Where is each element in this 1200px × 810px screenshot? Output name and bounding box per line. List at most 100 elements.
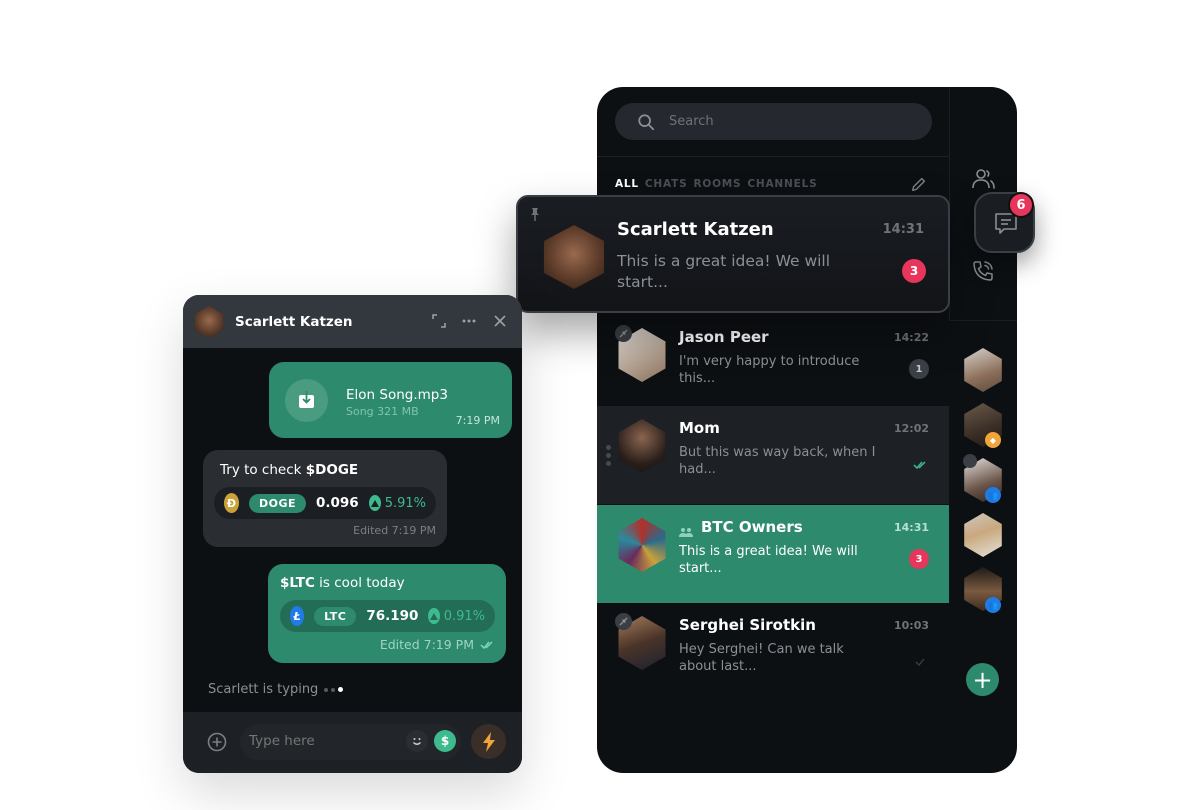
add-attachment-icon[interactable] <box>207 732 227 752</box>
pin-icon <box>531 208 539 221</box>
message-input-wrapper[interactable]: $ <box>240 724 461 760</box>
file-meta: Song 321 MB <box>346 405 419 418</box>
edited-label: Edited 7:19 PM <box>379 637 474 652</box>
tab-all[interactable]: ALL <box>615 178 639 190</box>
more-icon[interactable] <box>461 313 477 329</box>
chat-preview: This is a great idea! We will start... <box>679 544 858 576</box>
message-input[interactable] <box>249 733 399 749</box>
notification-badge: 6 <box>1008 192 1034 218</box>
avatar <box>194 306 224 338</box>
tab-chats[interactable]: CHATS <box>645 178 688 190</box>
stream-badge-icon: ◆ <box>985 432 1001 448</box>
calls-icon[interactable] <box>971 259 995 283</box>
chat-row[interactable]: Serghei Sirotkin 10:03 Hey Serghei! Can … <box>597 603 949 701</box>
ticker-symbol: LTC <box>314 606 357 626</box>
send-button[interactable] <box>471 724 506 759</box>
trend-up-icon <box>428 608 440 624</box>
download-icon <box>299 391 314 408</box>
chat-row-selected[interactable]: BTC Owners 14:31 This is a great idea! W… <box>597 505 949 603</box>
avatar <box>543 225 605 289</box>
mute-icon <box>963 454 977 468</box>
ticker-card[interactable]: Ł LTC 76.190 0.91% <box>280 600 495 632</box>
ticker-change: 5.91% <box>384 495 426 511</box>
double-check-icon <box>480 641 493 650</box>
unread-badge: 1 <box>909 359 929 379</box>
plus-icon: + <box>972 665 993 694</box>
message-text: $LTC is cool today <box>280 575 405 591</box>
chat-row[interactable]: Jason Peer 14:22 I'm very happy to intro… <box>597 315 949 413</box>
chat-header: Scarlett Katzen <box>183 295 522 348</box>
dollar-icon[interactable]: $ <box>434 730 456 752</box>
filter-tabs: ALL CHATS ROOMS CHANNELS <box>615 178 817 190</box>
close-icon[interactable] <box>492 313 508 329</box>
group-badge-icon: 👥 <box>985 597 1001 613</box>
chat-time: 14:22 <box>893 331 929 344</box>
emoji-button[interactable] <box>406 730 428 752</box>
typing-indicator: Scarlett is typing <box>208 682 344 697</box>
message-text: Try to check $DOGE <box>220 462 359 478</box>
search-input[interactable] <box>669 114 889 129</box>
chat-time: 14:31 <box>893 521 929 534</box>
smile-icon <box>413 738 421 745</box>
add-button[interactable]: + <box>966 663 999 696</box>
mute-icon <box>615 613 632 630</box>
people-icon[interactable] <box>970 167 996 191</box>
trend-up-icon <box>368 495 381 511</box>
doge-coin-icon: Ð <box>224 493 239 513</box>
tab-rooms[interactable]: ROOMS <box>693 178 741 190</box>
chat-window: Scarlett Katzen Elon Song.mp3 Song 321 M… <box>183 295 522 773</box>
typing-text: Scarlett is typing <box>208 682 319 697</box>
chat-time: 14:31 <box>882 222 924 237</box>
divider <box>597 156 949 157</box>
chat-row[interactable]: Mom 12:02 But this was way back, when I … <box>597 406 949 504</box>
contact-avatar[interactable] <box>964 513 1002 557</box>
edit-icon[interactable] <box>910 175 928 193</box>
chat-time: 12:02 <box>893 422 929 435</box>
expand-icon[interactable] <box>431 313 447 329</box>
avatar <box>618 419 666 473</box>
chat-preview: Hey Serghei! Can we talk about last... <box>679 642 844 674</box>
ticker-card[interactable]: Ð DOGE 0.096 5.91% <box>214 487 436 519</box>
chat-preview: But this was way back, when I had... <box>679 445 876 477</box>
divider <box>950 320 1017 321</box>
pinned-chat-card[interactable]: Scarlett Katzen 14:31 This is a great id… <box>516 195 950 313</box>
incoming-message[interactable]: Try to check $DOGE Ð DOGE 0.096 5.91% Ed… <box>203 450 447 547</box>
chat-name: Mom <box>679 419 720 437</box>
message-time: 7:19 PM <box>455 414 500 427</box>
chat-name: BTC Owners <box>701 518 803 536</box>
unread-badge: 3 <box>902 259 926 283</box>
contact-avatar[interactable] <box>964 348 1002 392</box>
chat-name: Scarlett Katzen <box>617 219 774 240</box>
group-badge-icon: 👥 <box>985 487 1001 503</box>
chat-title: Scarlett Katzen <box>235 314 353 330</box>
tab-channels[interactable]: CHANNELS <box>747 178 817 190</box>
chat-preview: I'm very happy to introduce this... <box>679 354 860 386</box>
download-button[interactable] <box>285 379 328 422</box>
ticker-price: 0.096 <box>316 495 359 511</box>
outgoing-message[interactable]: $LTC is cool today Ł LTC 76.190 0.91% Ed… <box>268 564 506 663</box>
typing-dots-icon <box>324 687 344 692</box>
ticker-symbol: DOGE <box>248 493 306 513</box>
composer: $ <box>183 712 522 773</box>
check-icon <box>915 658 925 666</box>
group-icon <box>679 528 693 537</box>
unread-badge: 3 <box>909 549 929 569</box>
lightning-icon <box>482 731 495 752</box>
chat-preview: This is a great idea! We will start... <box>617 252 831 291</box>
search-icon <box>638 113 655 130</box>
file-message[interactable]: Elon Song.mp3 Song 321 MB 7:19 PM <box>269 362 512 438</box>
edited-label: Edited 7:19 PM <box>353 524 436 537</box>
mute-icon <box>615 325 632 342</box>
ltc-coin-icon: Ł <box>290 606 305 626</box>
chat-time: 10:03 <box>893 619 929 632</box>
messenger-panel: ALL CHATS ROOMS CHANNELS ◆ 👥 👥 + Jason P… <box>597 87 1017 773</box>
ticker-price: 76.190 <box>366 608 419 624</box>
chat-name: Jason Peer <box>679 328 769 346</box>
avatar <box>618 518 666 572</box>
double-check-icon <box>913 461 926 470</box>
ticker-change: 0.91% <box>443 608 485 624</box>
file-name: Elon Song.mp3 <box>346 387 448 403</box>
chat-name: Serghei Sirotkin <box>679 616 816 634</box>
drag-handle-icon[interactable] <box>606 445 611 467</box>
search-bar[interactable] <box>615 103 932 140</box>
